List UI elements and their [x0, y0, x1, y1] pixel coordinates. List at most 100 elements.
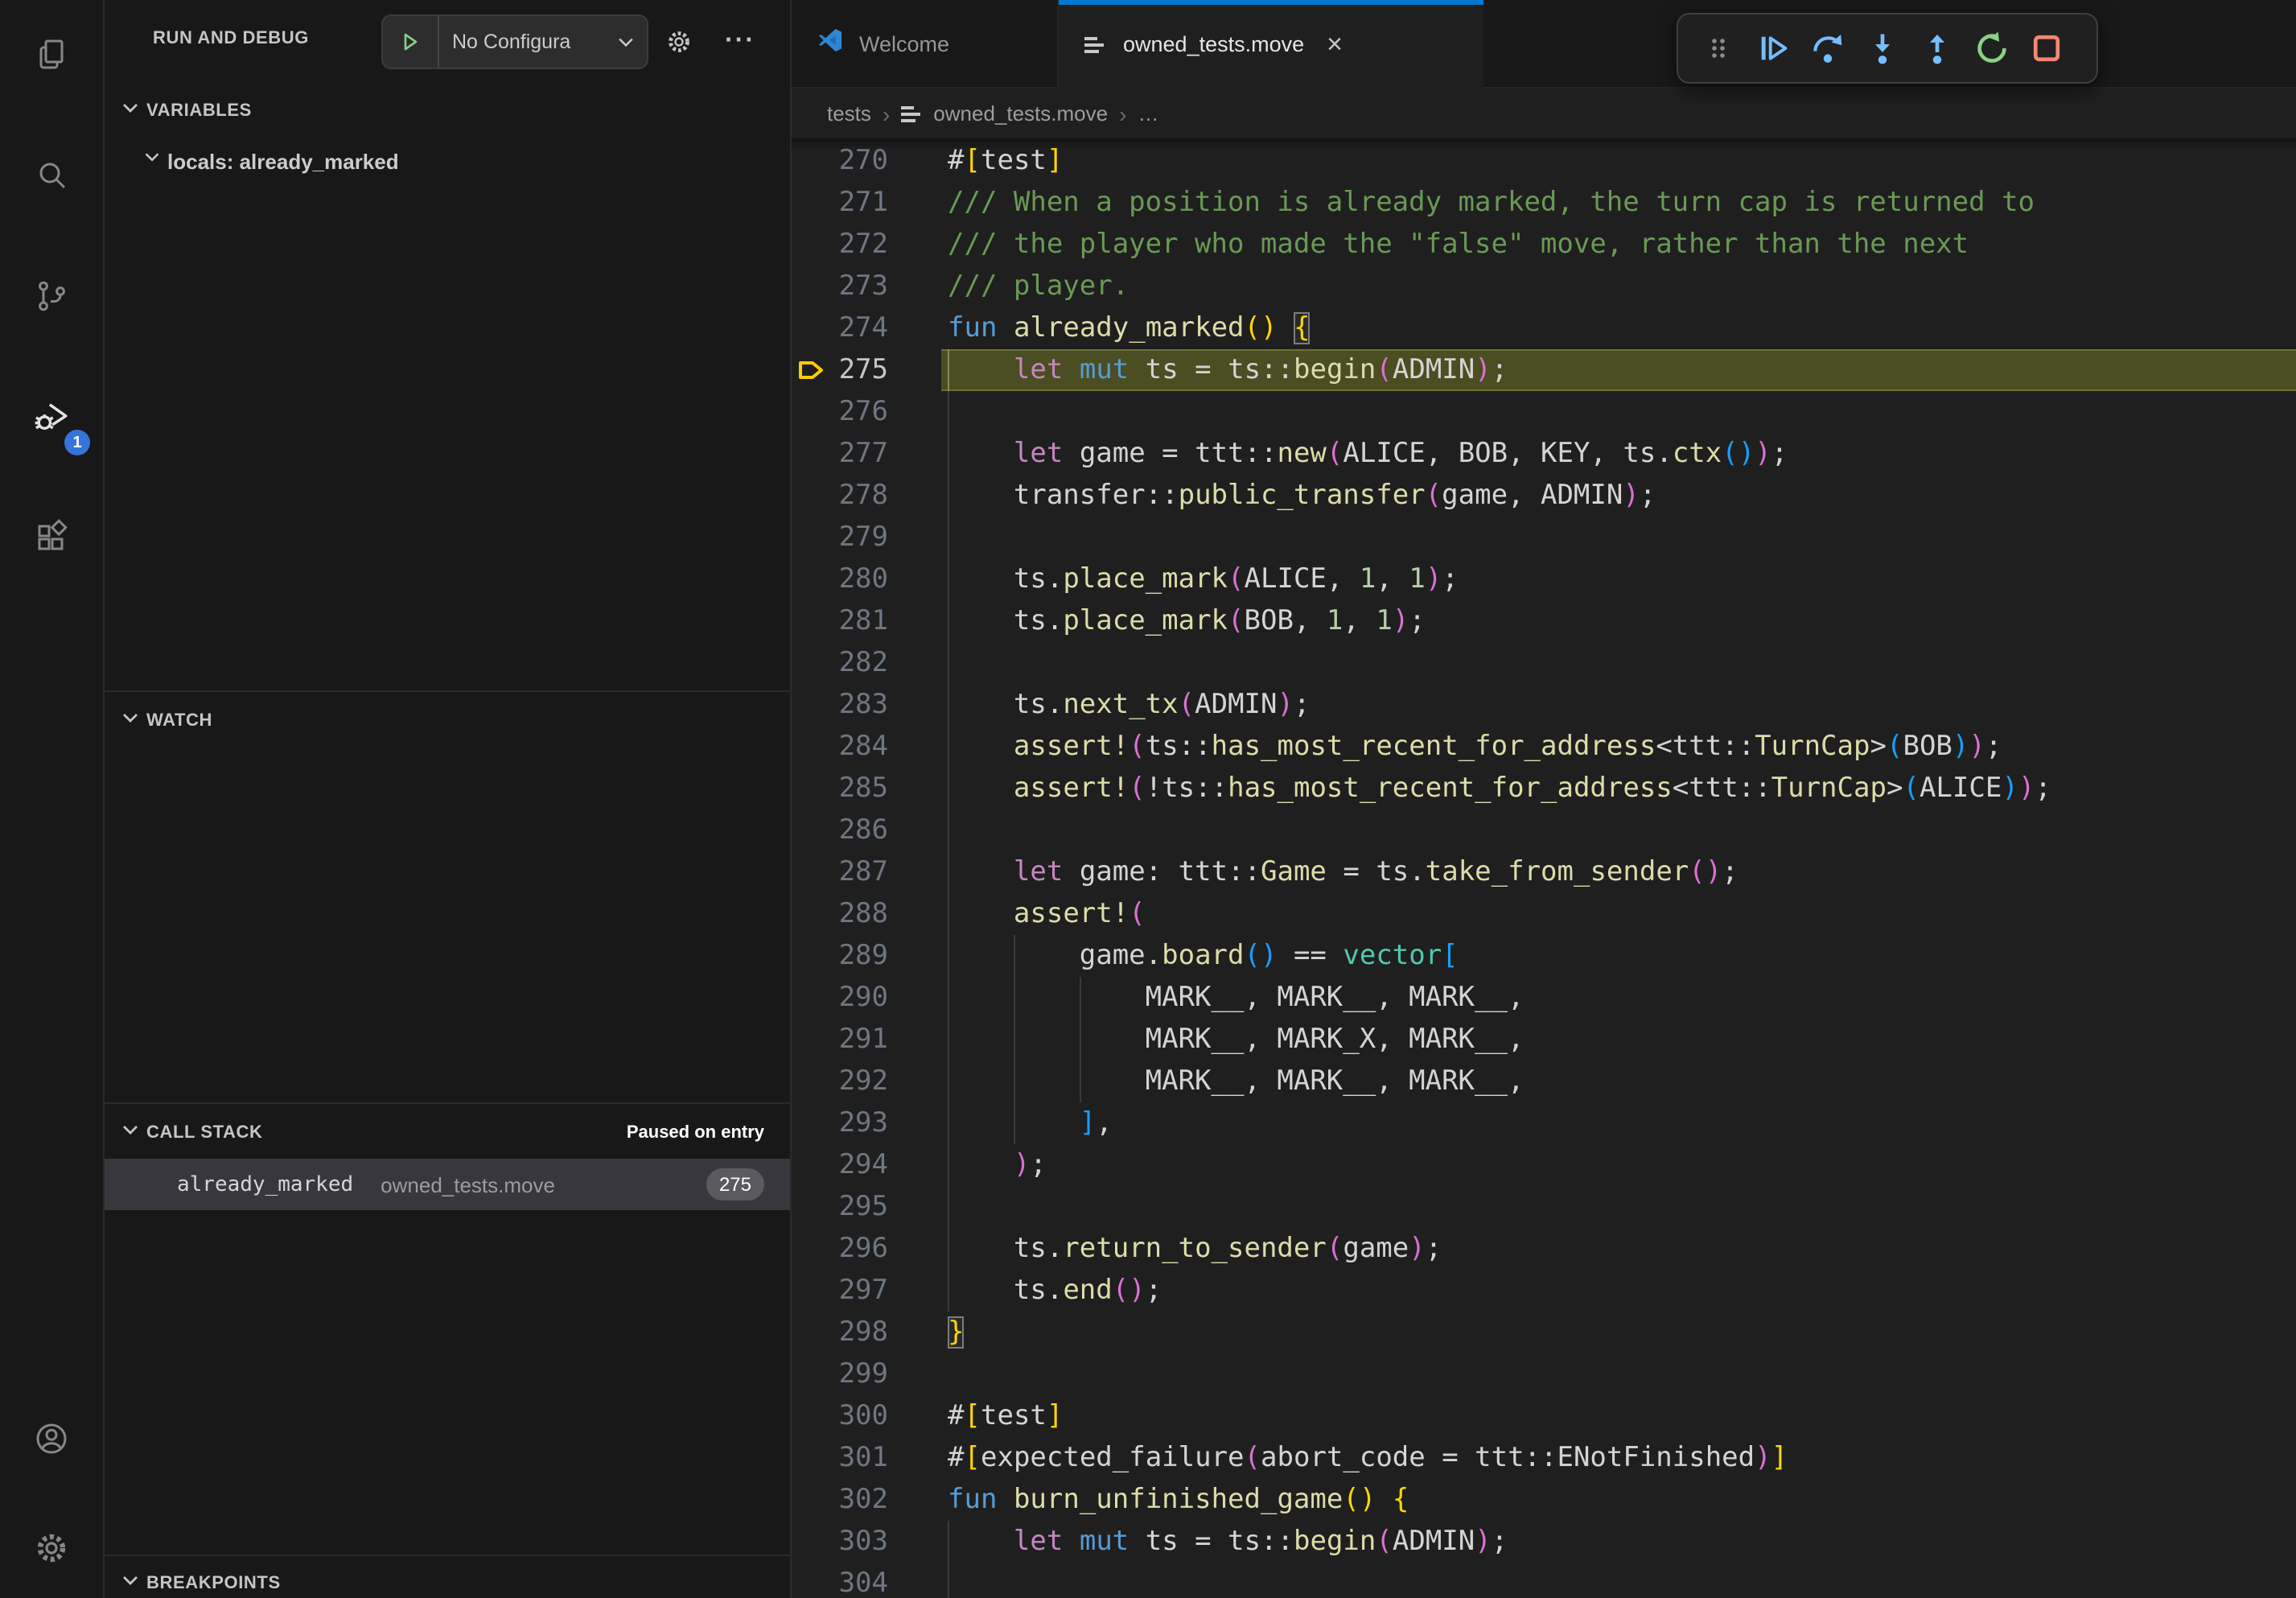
code-line-289[interactable]: 289 game.board() == vector[ — [792, 935, 2296, 977]
code-line-292[interactable]: 292 MARK__, MARK__, MARK__, — [792, 1061, 2296, 1102]
code-line-298[interactable]: 298} — [792, 1312, 2296, 1353]
debug-settings-gear-icon[interactable] — [658, 21, 700, 63]
code-line-283[interactable]: 283 ts.next_tx(ADMIN); — [792, 684, 2296, 726]
code-line-295[interactable]: 295 — [792, 1186, 2296, 1228]
line-number-280[interactable]: 280 — [792, 558, 888, 600]
code-line-296[interactable]: 296 ts.return_to_sender(game); — [792, 1228, 2296, 1270]
call-stack-section-header[interactable]: CALL STACK Paused on entry — [105, 1114, 790, 1152]
views-more-actions-icon[interactable]: ··· — [719, 21, 761, 63]
code-line-286[interactable]: 286 — [792, 809, 2296, 851]
code-line-282[interactable]: 282 — [792, 642, 2296, 684]
watch-section-header[interactable]: WATCH — [105, 702, 790, 740]
line-number-283[interactable]: 283 — [792, 684, 888, 726]
line-number-275[interactable]: 275 — [792, 349, 888, 391]
line-number-303[interactable]: 303 — [792, 1521, 888, 1563]
code-line-279[interactable]: 279 — [792, 517, 2296, 558]
breadcrumb-folder[interactable]: tests — [827, 101, 871, 126]
step-over-icon[interactable] — [1800, 21, 1855, 76]
code-line-274[interactable]: 274fun already_marked() { — [792, 307, 2296, 349]
line-number-281[interactable]: 281 — [792, 600, 888, 642]
stop-icon[interactable] — [2019, 21, 2074, 76]
code-line-303[interactable]: 303 let mut ts = ts::begin(ADMIN); — [792, 1521, 2296, 1563]
extensions-icon[interactable] — [0, 496, 103, 579]
line-number-304[interactable]: 304 — [792, 1563, 888, 1598]
restart-icon[interactable] — [1965, 21, 2019, 76]
line-number-279[interactable]: 279 — [792, 517, 888, 558]
code-line-290[interactable]: 290 MARK__, MARK__, MARK__, — [792, 977, 2296, 1019]
code-line-278[interactable]: 278 transfer::public_transfer(game, ADMI… — [792, 475, 2296, 517]
line-number-288[interactable]: 288 — [792, 893, 888, 935]
line-number-302[interactable]: 302 — [792, 1479, 888, 1521]
account-icon[interactable] — [0, 1397, 103, 1481]
code-line-301[interactable]: 301#[expected_failure(abort_code = ttt::… — [792, 1437, 2296, 1479]
breadcrumb-symbol-more[interactable]: … — [1138, 101, 1158, 126]
code-line-297[interactable]: 297 ts.end(); — [792, 1270, 2296, 1312]
line-number-291[interactable]: 291 — [792, 1019, 888, 1061]
code-line-291[interactable]: 291 MARK__, MARK_X, MARK__, — [792, 1019, 2296, 1061]
line-number-286[interactable]: 286 — [792, 809, 888, 851]
variables-section-header[interactable]: VARIABLES — [105, 92, 790, 130]
code-line-277[interactable]: 277 let game = ttt::new(ALICE, BOB, KEY,… — [792, 433, 2296, 475]
explorer-icon[interactable] — [0, 13, 103, 97]
continue-icon[interactable] — [1746, 21, 1800, 76]
code-line-271[interactable]: 271/// When a position is already marked… — [792, 182, 2296, 224]
line-number-292[interactable]: 292 — [792, 1061, 888, 1102]
line-number-294[interactable]: 294 — [792, 1144, 888, 1186]
line-number-285[interactable]: 285 — [792, 768, 888, 809]
line-number-290[interactable]: 290 — [792, 977, 888, 1019]
code-line-273[interactable]: 273/// player. — [792, 266, 2296, 307]
line-number-296[interactable]: 296 — [792, 1228, 888, 1270]
breakpoints-section-header[interactable]: BREAKPOINTS — [105, 1564, 790, 1598]
code-line-288[interactable]: 288 assert!( — [792, 893, 2296, 935]
run-and-debug-icon[interactable]: 1 — [0, 375, 103, 459]
tab-owned-tests-move[interactable]: owned_tests.move × — [1059, 0, 1483, 89]
line-number-284[interactable]: 284 — [792, 726, 888, 768]
code-line-275[interactable]: 275 let mut ts = ts::begin(ADMIN); — [792, 349, 2296, 391]
line-number-293[interactable]: 293 — [792, 1102, 888, 1144]
search-icon[interactable] — [0, 134, 103, 217]
line-number-270[interactable]: 270 — [792, 140, 888, 182]
code-line-293[interactable]: 293 ], — [792, 1102, 2296, 1144]
drag-handle-icon[interactable] — [1691, 21, 1746, 76]
code-line-304[interactable]: 304 — [792, 1563, 2296, 1598]
call-stack-frame-row[interactable]: already_marked owned_tests.move 275 — [105, 1159, 790, 1210]
code-line-280[interactable]: 280 ts.place_mark(ALICE, 1, 1); — [792, 558, 2296, 600]
line-number-289[interactable]: 289 — [792, 935, 888, 977]
source-control-icon[interactable] — [0, 254, 103, 338]
step-into-icon[interactable] — [1855, 21, 1910, 76]
code-line-294[interactable]: 294 ); — [792, 1144, 2296, 1186]
code-line-281[interactable]: 281 ts.place_mark(BOB, 1, 1); — [792, 600, 2296, 642]
line-number-295[interactable]: 295 — [792, 1186, 888, 1228]
code-line-302[interactable]: 302fun burn_unfinished_game() { — [792, 1479, 2296, 1521]
line-number-299[interactable]: 299 — [792, 1353, 888, 1395]
close-icon[interactable]: × — [1327, 31, 1343, 58]
code-line-284[interactable]: 284 assert!(ts::has_most_recent_for_addr… — [792, 726, 2296, 768]
line-number-287[interactable]: 287 — [792, 851, 888, 893]
code-line-270[interactable]: 270#[test] — [792, 140, 2296, 182]
debug-config-picker[interactable]: No Configura — [381, 14, 648, 69]
line-number-278[interactable]: 278 — [792, 475, 888, 517]
locals-scope-row[interactable]: locals: already_marked — [105, 142, 790, 180]
line-number-274[interactable]: 274 — [792, 307, 888, 349]
tab-welcome[interactable]: Welcome — [795, 0, 1059, 87]
line-number-273[interactable]: 273 — [792, 266, 888, 307]
settings-gear-icon[interactable] — [0, 1506, 103, 1590]
line-number-301[interactable]: 301 — [792, 1437, 888, 1479]
breadcrumb-file[interactable]: owned_tests.move — [933, 101, 1108, 126]
start-debug-icon[interactable] — [383, 16, 439, 68]
line-number-297[interactable]: 297 — [792, 1270, 888, 1312]
line-number-298[interactable]: 298 — [792, 1312, 888, 1353]
line-number-276[interactable]: 276 — [792, 391, 888, 433]
line-number-282[interactable]: 282 — [792, 642, 888, 684]
code-line-272[interactable]: 272/// the player who made the "false" m… — [792, 224, 2296, 266]
code-line-299[interactable]: 299 — [792, 1353, 2296, 1395]
code-line-300[interactable]: 300#[test] — [792, 1395, 2296, 1437]
code-line-287[interactable]: 287 let game: ttt::Game = ts.take_from_s… — [792, 851, 2296, 893]
line-number-300[interactable]: 300 — [792, 1395, 888, 1437]
step-out-icon[interactable] — [1910, 21, 1965, 76]
code-line-285[interactable]: 285 assert!(!ts::has_most_recent_for_add… — [792, 768, 2296, 809]
line-number-277[interactable]: 277 — [792, 433, 888, 475]
line-number-272[interactable]: 272 — [792, 224, 888, 266]
line-number-271[interactable]: 271 — [792, 182, 888, 224]
code-line-276[interactable]: 276 — [792, 391, 2296, 433]
